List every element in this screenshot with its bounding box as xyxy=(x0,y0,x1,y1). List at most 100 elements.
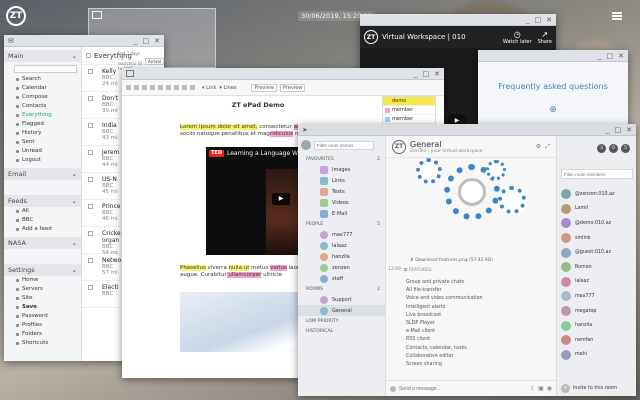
video-play-icon[interactable]: ▶ xyxy=(272,192,290,205)
room-section-header[interactable]: FAVOURITES 2 xyxy=(298,154,385,164)
menu-item[interactable]: Shortcuts xyxy=(4,339,81,348)
member-item[interactable]: megatop xyxy=(557,304,636,319)
message-input[interactable] xyxy=(399,383,528,394)
menu-item[interactable]: Add a feed xyxy=(4,225,81,234)
menu-item[interactable]: Flagged xyxy=(4,120,81,129)
close-icon[interactable]: ✕ xyxy=(626,126,632,134)
indent-icon[interactable] xyxy=(166,85,171,90)
status-badge[interactable]: 3 xyxy=(597,144,606,153)
room-item[interactable]: hanzila xyxy=(298,251,385,262)
menu-item[interactable]: Logout xyxy=(4,156,81,165)
minimize-icon[interactable]: _ xyxy=(606,126,610,134)
row-checkbox[interactable] xyxy=(88,231,93,236)
italic-icon[interactable] xyxy=(134,85,139,90)
menu-item[interactable]: Sent xyxy=(4,138,81,147)
menu-item[interactable]: All xyxy=(4,207,81,216)
room-item[interactable]: zenzen xyxy=(298,262,385,273)
room-item[interactable]: lalaaz xyxy=(298,240,385,251)
room-item[interactable]: max777 xyxy=(298,229,385,240)
chat-titlebar[interactable]: ➤ _ □ ✕ xyxy=(298,124,636,136)
room-filter-input[interactable] xyxy=(314,140,374,150)
maximize-icon[interactable]: □ xyxy=(615,126,622,134)
room-section-header[interactable]: HISTORICAL xyxy=(298,326,385,336)
member-item[interactable]: @zenzen:010.az xyxy=(557,187,636,202)
room-section-header[interactable]: LOW PRIORITY xyxy=(298,316,385,326)
menu-item[interactable]: BBC xyxy=(4,216,81,225)
faq-titlebar[interactable]: _ □ ✕ xyxy=(478,50,628,62)
author-item[interactable]: demo xyxy=(383,97,435,106)
toolbar-lines[interactable]: ▾ Lines xyxy=(219,85,236,91)
toolbar-preview-2[interactable]: Preview xyxy=(279,83,306,92)
room-item[interactable]: Support xyxy=(298,294,385,305)
toolbar-preview-1[interactable]: Preview xyxy=(251,83,277,92)
voice-call-icon[interactable]: ◉ xyxy=(547,385,552,392)
close-icon[interactable]: ✕ xyxy=(618,52,624,60)
sort-select[interactable]: Arrival xyxy=(145,57,164,65)
menu-item[interactable]: Calendar xyxy=(4,84,81,93)
menu-section-0[interactable]: Main ⌄ xyxy=(4,50,81,62)
room-item[interactable]: Texts xyxy=(298,186,385,197)
video-window-titlebar[interactable]: _ □ ✕ xyxy=(360,14,556,26)
underline-icon[interactable] xyxy=(142,85,147,90)
message-composer[interactable]: ⇪ ▣ ◉ xyxy=(386,380,556,396)
room-section-header[interactable]: ROOMS 2 xyxy=(298,284,385,294)
chat-window[interactable]: ➤ _ □ ✕ FAVOURITES 2 Images Links Texts Videos E… xyxy=(298,124,636,396)
menu-item[interactable]: Save xyxy=(4,303,81,312)
member-item[interactable]: @guest:010.az xyxy=(557,245,636,260)
room-item[interactable]: General xyxy=(298,305,385,316)
row-checkbox[interactable] xyxy=(88,258,93,263)
room-item[interactable]: Images xyxy=(298,164,385,175)
row-checkbox[interactable] xyxy=(88,96,93,101)
maximize-icon[interactable]: □ xyxy=(143,37,150,45)
close-icon[interactable]: ✕ xyxy=(434,70,440,78)
menu-search-box[interactable] xyxy=(14,65,77,73)
minimize-icon[interactable]: _ xyxy=(526,16,530,24)
member-filter-input[interactable] xyxy=(561,169,633,179)
menu-item[interactable]: Everything xyxy=(4,111,81,120)
menu-item[interactable]: Search xyxy=(4,75,81,84)
row-checkbox[interactable] xyxy=(88,177,93,182)
desktop-logo[interactable]: ZT xyxy=(6,6,26,26)
menu-item[interactable]: Folders xyxy=(4,330,81,339)
user-avatar[interactable] xyxy=(301,140,311,150)
share-room-icon[interactable]: ⤢ xyxy=(545,143,550,151)
status-badge[interactable]: 5 xyxy=(621,144,630,153)
member-item[interactable]: Lamil xyxy=(557,202,636,217)
member-item[interactable]: nemfan xyxy=(557,333,636,348)
row-checkbox[interactable] xyxy=(88,285,93,290)
menu-item[interactable]: Compose xyxy=(4,93,81,102)
share-button[interactable]: ↗ Share xyxy=(538,30,552,45)
room-item[interactable]: Links xyxy=(298,175,385,186)
bold-icon[interactable] xyxy=(126,85,131,90)
member-item[interactable]: smlink xyxy=(557,231,636,246)
toolbar-link[interactable]: ▾ Link xyxy=(202,85,216,91)
watch-later-button[interactable]: ◷ Watch later xyxy=(503,30,532,45)
emoji-icon[interactable] xyxy=(390,385,396,392)
list-icon[interactable] xyxy=(158,85,163,90)
video-call-icon[interactable]: ▣ xyxy=(538,385,544,392)
room-item[interactable]: staff xyxy=(298,273,385,284)
menu-item[interactable]: Profiles xyxy=(4,321,81,330)
align-icon[interactable] xyxy=(174,85,179,90)
member-item[interactable]: hanzila xyxy=(557,318,636,333)
maximize-icon[interactable]: □ xyxy=(535,16,542,24)
member-item[interactable]: mahi xyxy=(557,348,636,363)
menu-item[interactable]: History xyxy=(4,129,81,138)
menu-section-2[interactable]: Feeds ⌄ xyxy=(4,195,81,207)
desktop-menu-icon[interactable] xyxy=(612,12,622,20)
minimize-icon[interactable]: _ xyxy=(134,37,138,45)
member-item[interactable]: @demo:010.az xyxy=(557,216,636,231)
member-item[interactable]: lalaaz xyxy=(557,275,636,290)
undo-icon[interactable] xyxy=(182,85,187,90)
member-item[interactable]: max777 xyxy=(557,289,636,304)
menu-item[interactable]: Password xyxy=(4,312,81,321)
menu-section-3[interactable]: NASA ⌄ xyxy=(4,237,81,249)
attach-icon[interactable]: ⇪ xyxy=(530,385,535,392)
close-icon[interactable]: ✕ xyxy=(546,16,552,24)
strike-icon[interactable] xyxy=(150,85,155,90)
minimize-icon[interactable]: _ xyxy=(598,52,602,60)
menu-section-1[interactable]: Email ⌄ xyxy=(4,168,81,180)
mail-titlebar[interactable]: ✉ _ □ ✕ xyxy=(4,35,164,47)
close-icon[interactable]: ✕ xyxy=(154,37,160,45)
editor-titlebar[interactable]: _ □ ✕ xyxy=(122,68,444,80)
